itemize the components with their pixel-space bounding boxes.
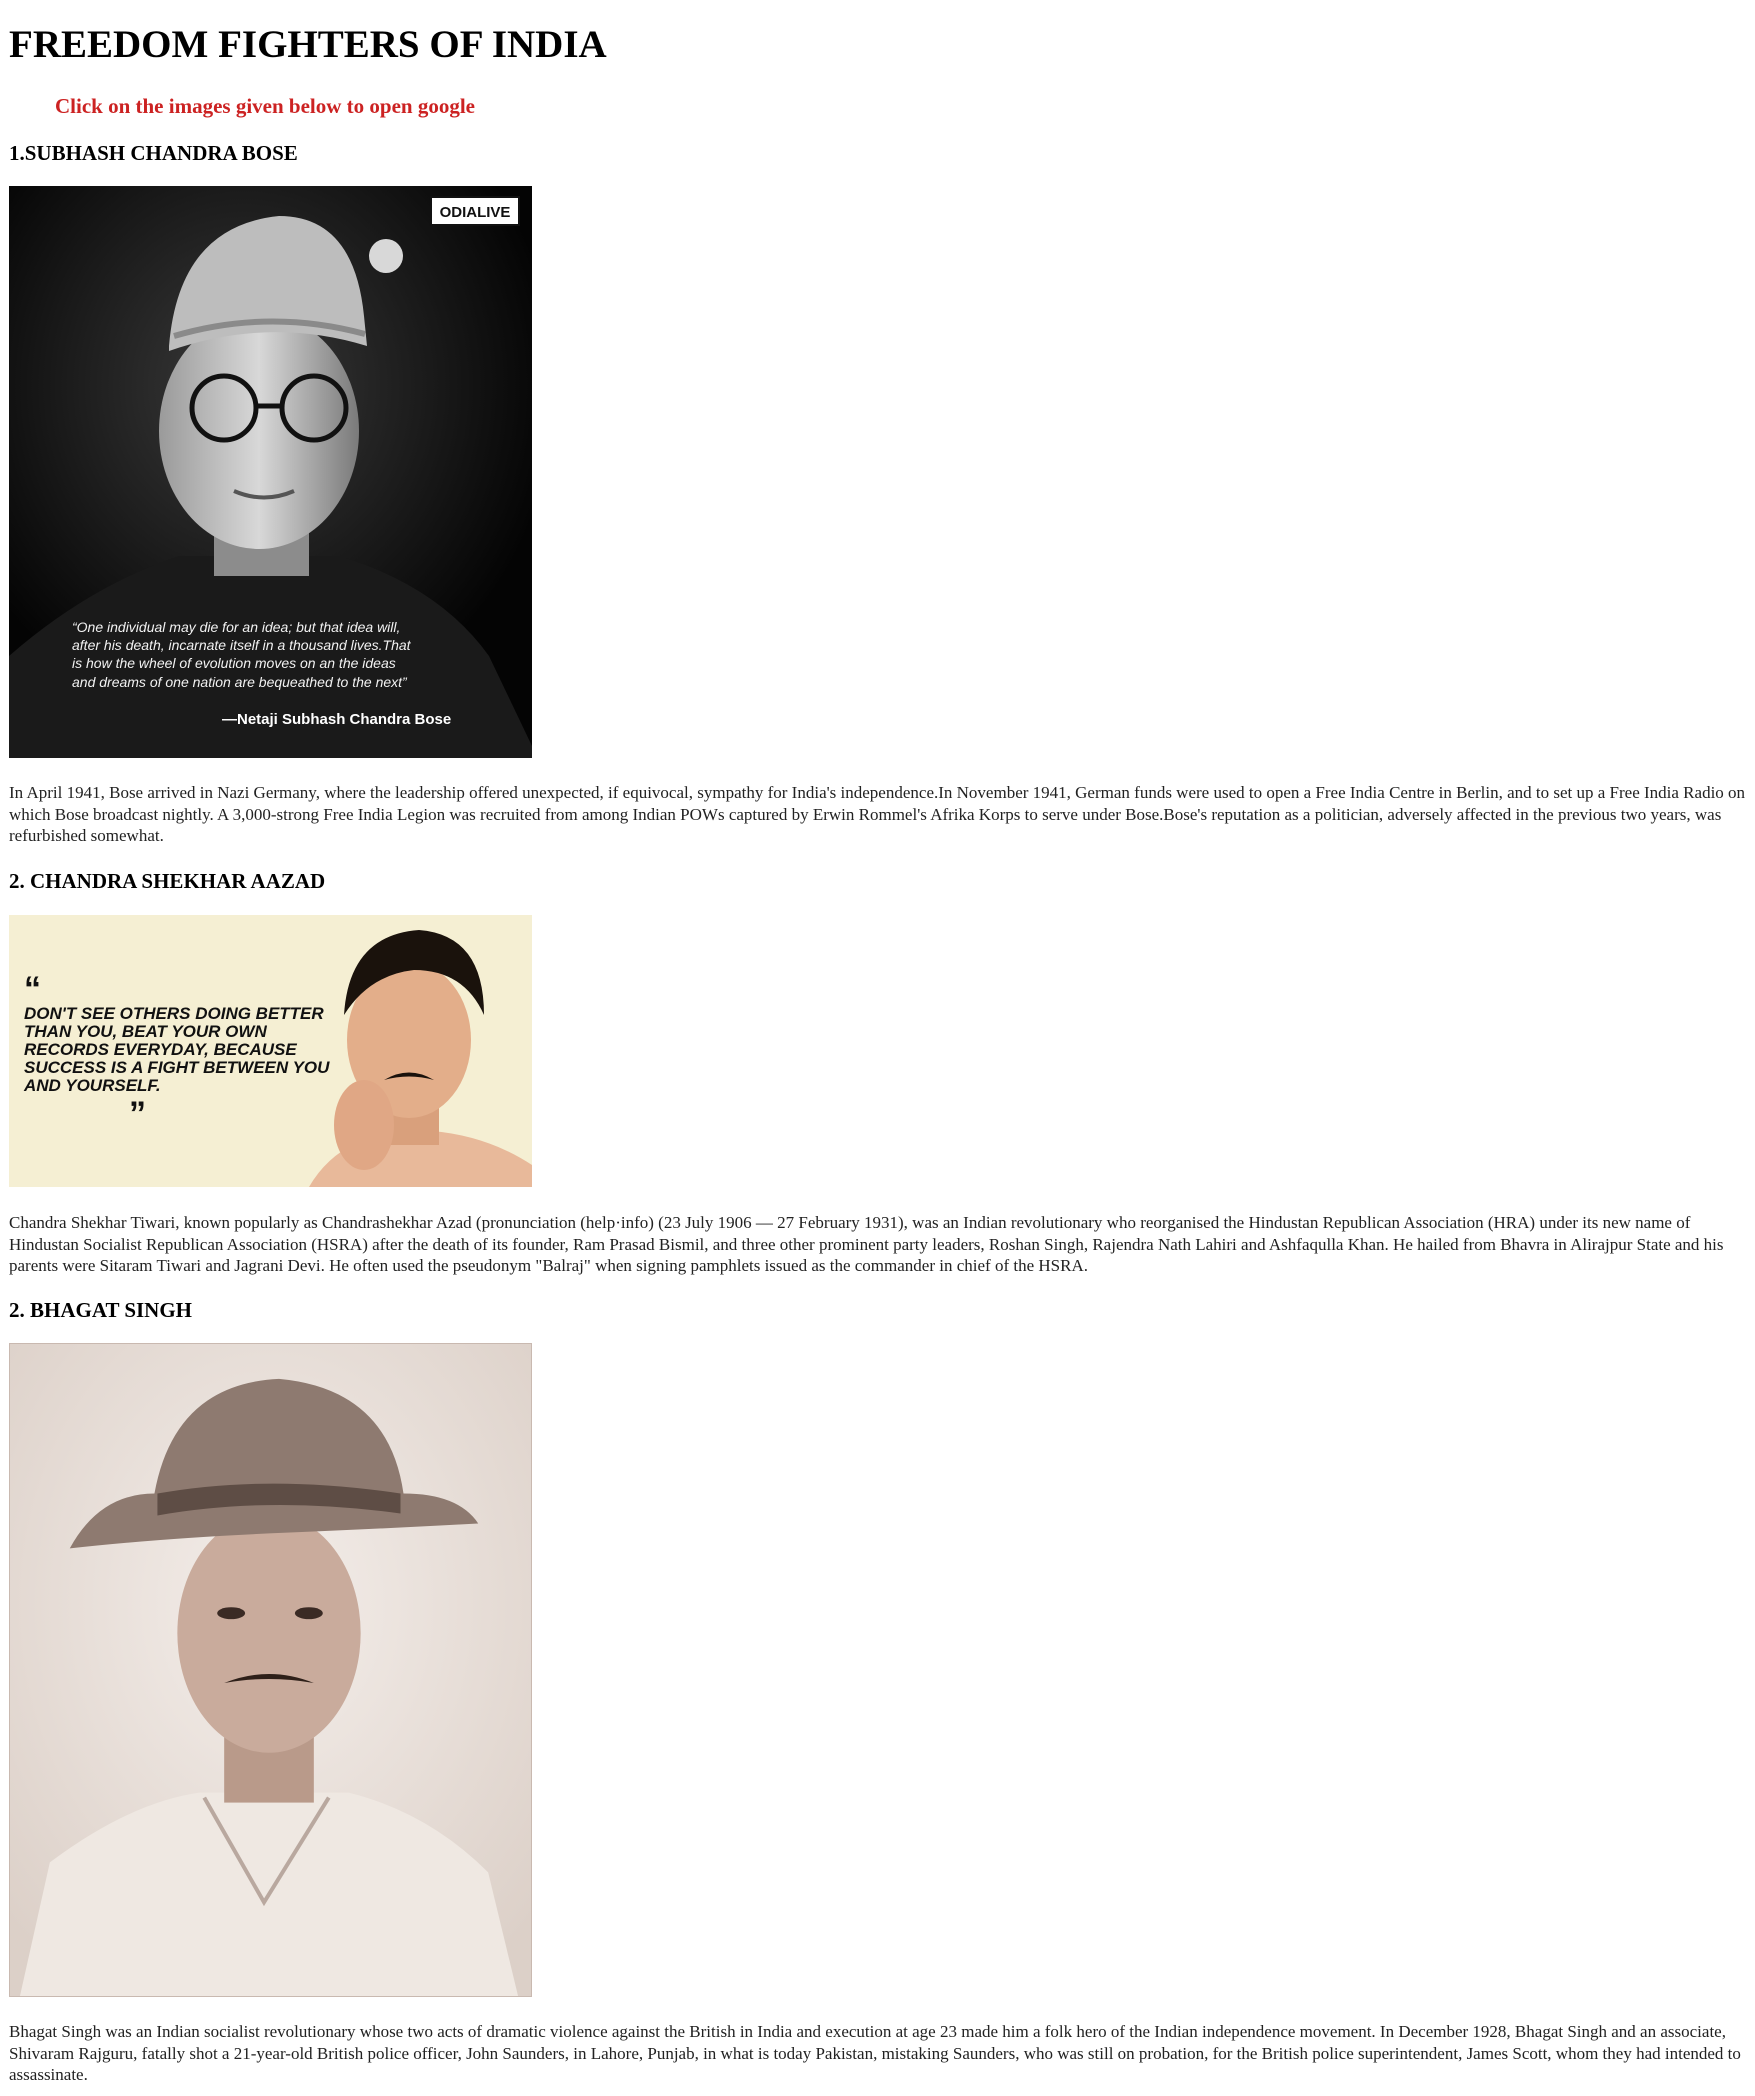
open-quote-icon: “ (24, 970, 41, 1008)
heading-subhash-chandra-bose: 1.SUBHASH CHANDRA BOSE (9, 141, 298, 165)
page-title: FREEDOM FIGHTERS OF INDIA (9, 23, 607, 66)
bose-quote-attribution: —Netaji Subhash Chandra Bose (222, 711, 451, 728)
azad-portrait-image: “ ” DON'T SEE OTHERS DOING BETTER THAN Y… (9, 915, 532, 1187)
azad-quote-line: THAN YOU, BEAT YOUR OWN (24, 1022, 267, 1041)
bose-quote-line: is how the wheel of evolution moves on a… (72, 655, 396, 671)
bhagat-description: Bhagat Singh was an Indian socialist rev… (9, 2022, 1741, 2084)
azad-image-link[interactable]: “ ” DON'T SEE OTHERS DOING BETTER THAN Y… (9, 915, 532, 1187)
azad-quote-line: RECORDS EVERYDAY, BECAUSE (24, 1040, 297, 1059)
bhagat-portrait-image (10, 1344, 531, 1996)
azad-quote-line: DON'T SEE OTHERS DOING BETTER (24, 1004, 324, 1023)
bose-quote-line: “One individual may die for an idea; but… (72, 619, 400, 635)
bose-description: In April 1941, Bose arrived in Nazi Germ… (9, 783, 1746, 845)
instruction-text: Click on the images given below to open … (55, 94, 475, 118)
heading-chandra-shekhar-aazad: 2. CHANDRA SHEKHAR AAZAD (9, 869, 326, 893)
bose-quote-line: after his death, incarnate itself in a t… (72, 637, 412, 653)
close-quote-icon: ” (129, 1095, 146, 1133)
bhagat-image-link[interactable] (9, 1343, 532, 1997)
bose-image-link[interactable]: ODIALIVE “One individual may die for an … (9, 186, 532, 758)
azad-quote-line: SUCCESS IS A FIGHT BETWEEN YOU (24, 1058, 330, 1077)
odialive-logo-text: ODIALIVE (440, 204, 511, 221)
azad-description: Chandra Shekhar Tiwari, known popularly … (9, 1213, 1724, 1275)
azad-quote-line: AND YOURSELF. (23, 1076, 161, 1095)
bose-quote-line: and dreams of one nation are bequeathed … (72, 674, 408, 690)
bose-portrait-image: ODIALIVE “One individual may die for an … (9, 186, 532, 758)
heading-bhagat-singh: 2. BHAGAT SINGH (9, 1298, 193, 1322)
